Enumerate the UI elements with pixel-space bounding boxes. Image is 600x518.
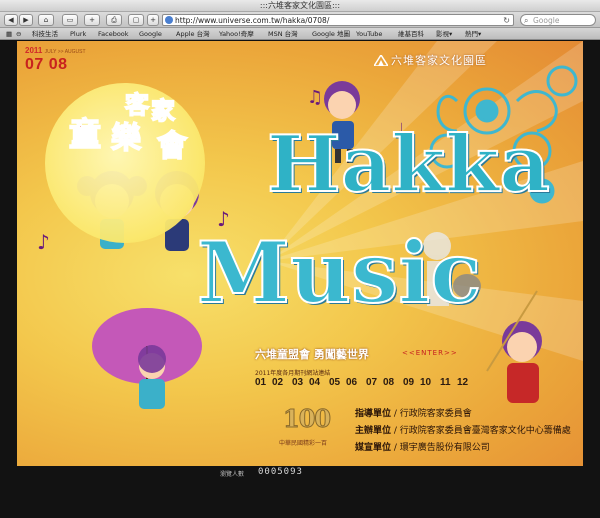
- issue-link[interactable]: 05: [329, 377, 340, 388]
- bookmark-item[interactable]: 科技生活: [32, 28, 58, 40]
- browser-toolbar: ◀ ▶ ⌂ ▭ + ⎙ ▢ + http://www.universe.com.…: [0, 12, 600, 28]
- logo-char: 會: [156, 128, 188, 165]
- umbrella-girl-character: [92, 308, 202, 409]
- monthly-links-caption: 2011年度各月期刊網站連結: [255, 370, 331, 377]
- bookmark-item[interactable]: Yahoo!奇摩: [219, 28, 254, 40]
- svg-text:♪: ♪: [37, 230, 50, 254]
- back-button[interactable]: ◀: [4, 14, 18, 26]
- bookmarks-bar: ▦ ⊖ 科技生活 Plurk Facebook Google Apple 台灣 …: [0, 28, 600, 40]
- bookmarks-button[interactable]: ▭: [62, 14, 78, 26]
- back-arrow-icon: ◀: [8, 16, 14, 24]
- enter-link[interactable]: <<ENTER>>: [402, 349, 458, 357]
- credit-value: 環宇廣告股份有限公司: [399, 443, 490, 453]
- centennial-number: 100: [282, 404, 331, 434]
- credit-label: 媒宣單位: [355, 443, 392, 453]
- search-field[interactable]: ⌕ Google: [520, 14, 596, 26]
- search-placeholder: Google: [533, 16, 560, 25]
- bookmark-item[interactable]: 熱門▾: [465, 28, 481, 40]
- issue-link[interactable]: 08: [383, 377, 394, 388]
- centennial-caption: 中華民國精彩一百: [279, 440, 328, 447]
- globe-icon: [165, 16, 173, 24]
- new-tab-button[interactable]: +: [147, 14, 159, 26]
- bookmark-item[interactable]: 維基百科: [398, 28, 424, 40]
- date-year: 2011: [25, 46, 43, 55]
- centennial-badge: 100 中華民國精彩一百: [279, 404, 345, 462]
- issue-link[interactable]: 02: [272, 377, 283, 388]
- hakka-park-logo-icon: [374, 55, 388, 66]
- window-title-bar: :::六堆客家文化園區:::: [0, 0, 600, 12]
- credit-label: 主辦單位: [355, 426, 392, 436]
- org-name: 六堆客家文化園區: [391, 54, 487, 67]
- forward-arrow-icon: ▶: [23, 16, 29, 24]
- bookmark-item[interactable]: 影視▾: [436, 28, 452, 40]
- date-line: 2011 JULY >> AUGUST: [25, 46, 86, 55]
- issue-link[interactable]: 04: [309, 377, 320, 388]
- search-icon: ⌕: [524, 16, 529, 25]
- date-issue: 07 08: [25, 56, 68, 73]
- slogan: 六堆童盟會 勇闖藝世界: [255, 348, 369, 361]
- bookmark-item[interactable]: Apple 台灣: [176, 28, 210, 40]
- issue-link[interactable]: 03: [292, 377, 303, 388]
- bookmarks-grid-icon[interactable]: ▦: [6, 28, 12, 40]
- bookmark-item[interactable]: Plurk: [70, 28, 86, 40]
- reload-icon[interactable]: ↻: [503, 15, 510, 26]
- credit-line: 媒宣單位 / 環宇廣告股份有限公司: [355, 443, 490, 453]
- hakka-word: Hakka: [266, 118, 551, 211]
- page-content: ♪ ♪ ♫ ♩ 2011 JULY >> AUGUST 07 08 六堆客家文化…: [0, 41, 600, 518]
- window-title: :::六堆客家文化園區:::: [259, 1, 341, 10]
- bookmark-item[interactable]: Google: [139, 28, 162, 40]
- issue-link[interactable]: 07: [366, 377, 377, 388]
- credit-label: 指導單位: [355, 409, 392, 419]
- bookmark-item[interactable]: Google 地圖: [312, 28, 350, 40]
- credit-line: 主辦單位 / 行政院客家委員會臺灣客家文化中心籌備處: [355, 426, 571, 436]
- bookmarks-icon: ▭: [66, 16, 74, 24]
- bookmark-item[interactable]: YouTube: [356, 28, 382, 40]
- svg-text:♫: ♫: [307, 87, 323, 108]
- window-icon: ▢: [132, 16, 140, 24]
- hakka-music-banner: ♪ ♪ ♫ ♩ 2011 JULY >> AUGUST 07 08 六堆客家文化…: [17, 41, 583, 466]
- printer-icon: ⎙: [111, 16, 117, 24]
- forward-button[interactable]: ▶: [19, 14, 33, 26]
- bookmark-item[interactable]: MSN 台灣: [268, 28, 298, 40]
- logo-char: 童: [68, 114, 102, 154]
- issue-link[interactable]: 01: [255, 377, 266, 388]
- address-text: http://www.universe.com.tw/hakka/0708/: [175, 16, 330, 25]
- home-icon: ⌂: [43, 16, 49, 24]
- add-bookmark-button[interactable]: +: [84, 14, 100, 26]
- reading-list-icon[interactable]: ⊖: [16, 28, 21, 40]
- open-button[interactable]: ▢: [128, 14, 144, 26]
- visitor-counter-label: 瀏覽人數: [220, 471, 245, 478]
- issue-link[interactable]: 12: [457, 377, 468, 388]
- date-months: JULY >> AUGUST: [44, 49, 86, 55]
- issue-link[interactable]: 11: [440, 377, 451, 388]
- issue-link[interactable]: 10: [420, 377, 431, 388]
- credit-value: 行政院客家委員會臺灣客家文化中心籌備處: [399, 426, 571, 436]
- issue-link[interactable]: 06: [346, 377, 357, 388]
- plus-icon: +: [150, 16, 156, 24]
- print-button[interactable]: ⎙: [106, 14, 122, 26]
- visitor-counter: 0005093: [258, 467, 303, 477]
- issue-link[interactable]: 09: [403, 377, 414, 388]
- music-word: Music: [196, 222, 482, 323]
- credit-line: 指導單位 / 行政院客家委員會: [355, 409, 472, 419]
- bookmark-item[interactable]: Facebook: [98, 28, 129, 40]
- plus-icon: +: [89, 16, 95, 24]
- logo-char: 樂: [110, 120, 142, 157]
- home-button[interactable]: ⌂: [38, 14, 54, 26]
- address-bar[interactable]: http://www.universe.com.tw/hakka/0708/ ↻: [162, 14, 514, 26]
- credit-value: 行政院客家委員會: [399, 409, 472, 419]
